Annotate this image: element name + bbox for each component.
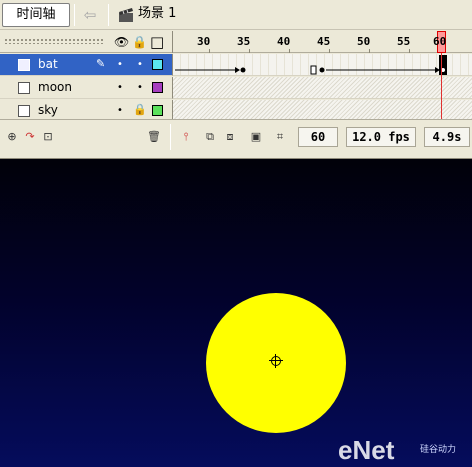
scene-breadcrumb[interactable]: 场景 1 bbox=[138, 6, 176, 22]
ruler-tick-label: 30 bbox=[197, 35, 211, 48]
ruler-tick-label: 35 bbox=[237, 35, 251, 48]
center-frame-icon[interactable]: ⫯ bbox=[178, 129, 194, 145]
edit-multiple-frames-icon[interactable]: ▣ bbox=[248, 129, 264, 145]
layer-color-swatch[interactable] bbox=[152, 105, 163, 116]
controls-divider bbox=[170, 124, 171, 150]
ruler-tick bbox=[409, 49, 410, 53]
layer-row-bat[interactable]: bat ✎ • • bbox=[0, 54, 172, 76]
ruler-tick-label: 45 bbox=[317, 35, 331, 48]
ruler-tick bbox=[329, 49, 330, 53]
layer-color-swatch[interactable] bbox=[152, 82, 163, 93]
drag-grip[interactable] bbox=[4, 38, 104, 44]
frame-ruler[interactable]: 30 35 40 45 50 55 bbox=[172, 31, 472, 53]
add-layer-icon[interactable]: ⊕ bbox=[4, 129, 20, 145]
current-frame-field: 60 bbox=[298, 127, 338, 147]
visibility-dot[interactable]: • bbox=[117, 105, 123, 116]
lock-icon[interactable]: 🔒 bbox=[133, 103, 147, 116]
playhead-frame-label: 60 bbox=[433, 35, 447, 48]
ruler-tick-label: 50 bbox=[357, 35, 371, 48]
layer-icon bbox=[18, 105, 30, 117]
lock-dot[interactable]: • bbox=[137, 82, 143, 93]
visibility-dot[interactable]: • bbox=[117, 82, 123, 93]
timeline-header: 👁 🔒 □ 30 35 40 45 50 55 60 bbox=[0, 31, 472, 53]
frames-row-moon[interactable] bbox=[172, 77, 472, 99]
lock-icon[interactable]: 🔒 bbox=[132, 35, 147, 49]
timeline-toggle-button[interactable]: 时间轴 bbox=[2, 3, 70, 27]
onion-outline-icon[interactable]: ⧈ bbox=[222, 129, 238, 145]
timeline-toolbar: 时间轴 ⇦ 场景 1 bbox=[0, 0, 472, 30]
ruler-tick bbox=[249, 49, 250, 53]
tween-track bbox=[175, 55, 447, 75]
stage-canvas[interactable]: eNet 硅谷动力 bbox=[0, 159, 472, 467]
layer-name[interactable]: bat bbox=[38, 57, 58, 71]
outline-icon[interactable]: □ bbox=[150, 35, 164, 50]
toolbar-divider bbox=[74, 4, 75, 26]
onion-skin-icon[interactable]: ⧉ bbox=[202, 129, 218, 145]
watermark-logo: eNet bbox=[338, 435, 395, 465]
ruler-tick-label: 40 bbox=[277, 35, 291, 48]
layer-color-swatch[interactable] bbox=[152, 59, 163, 70]
clapper-icon bbox=[119, 8, 133, 22]
watermark-subtitle: 硅谷动力 bbox=[420, 444, 457, 454]
ruler-tick bbox=[209, 49, 210, 53]
toolbar-divider bbox=[108, 4, 109, 26]
visibility-dot[interactable]: • bbox=[117, 59, 123, 70]
registration-point-icon bbox=[269, 354, 283, 368]
onion-markers-icon[interactable]: ⌗ bbox=[272, 129, 288, 145]
layer-icon bbox=[18, 59, 30, 71]
layer-icon bbox=[18, 82, 30, 94]
back-arrow-icon[interactable]: ⇦ bbox=[80, 5, 100, 25]
ruler-tick-label: 55 bbox=[397, 35, 411, 48]
add-guide-layer-icon[interactable]: ↷ bbox=[22, 129, 38, 145]
ruler-tick bbox=[289, 49, 290, 53]
layer-row-moon[interactable]: moon • • bbox=[0, 77, 172, 99]
pencil-icon: ✎ bbox=[96, 57, 106, 70]
frame-rate-field[interactable]: 12.0 fps bbox=[346, 127, 416, 147]
elapsed-time-field: 4.9s bbox=[424, 127, 470, 147]
layer-name[interactable]: moon bbox=[38, 80, 72, 94]
layer-name[interactable]: sky bbox=[38, 103, 58, 117]
lock-dot[interactable]: • bbox=[137, 59, 143, 70]
timeline-status-bar: ⊕ ↷ ⊡ 🗑 ⫯ ⧉ ⧈ ▣ ⌗ 60 12.0 fps 4.9s bbox=[0, 119, 472, 153]
trash-icon[interactable]: 🗑 bbox=[146, 129, 162, 145]
add-folder-icon[interactable]: ⊡ bbox=[40, 129, 56, 145]
ruler-tick bbox=[369, 49, 370, 53]
frames-row-bat[interactable] bbox=[172, 54, 472, 76]
eye-icon[interactable]: 👁 bbox=[114, 35, 129, 49]
